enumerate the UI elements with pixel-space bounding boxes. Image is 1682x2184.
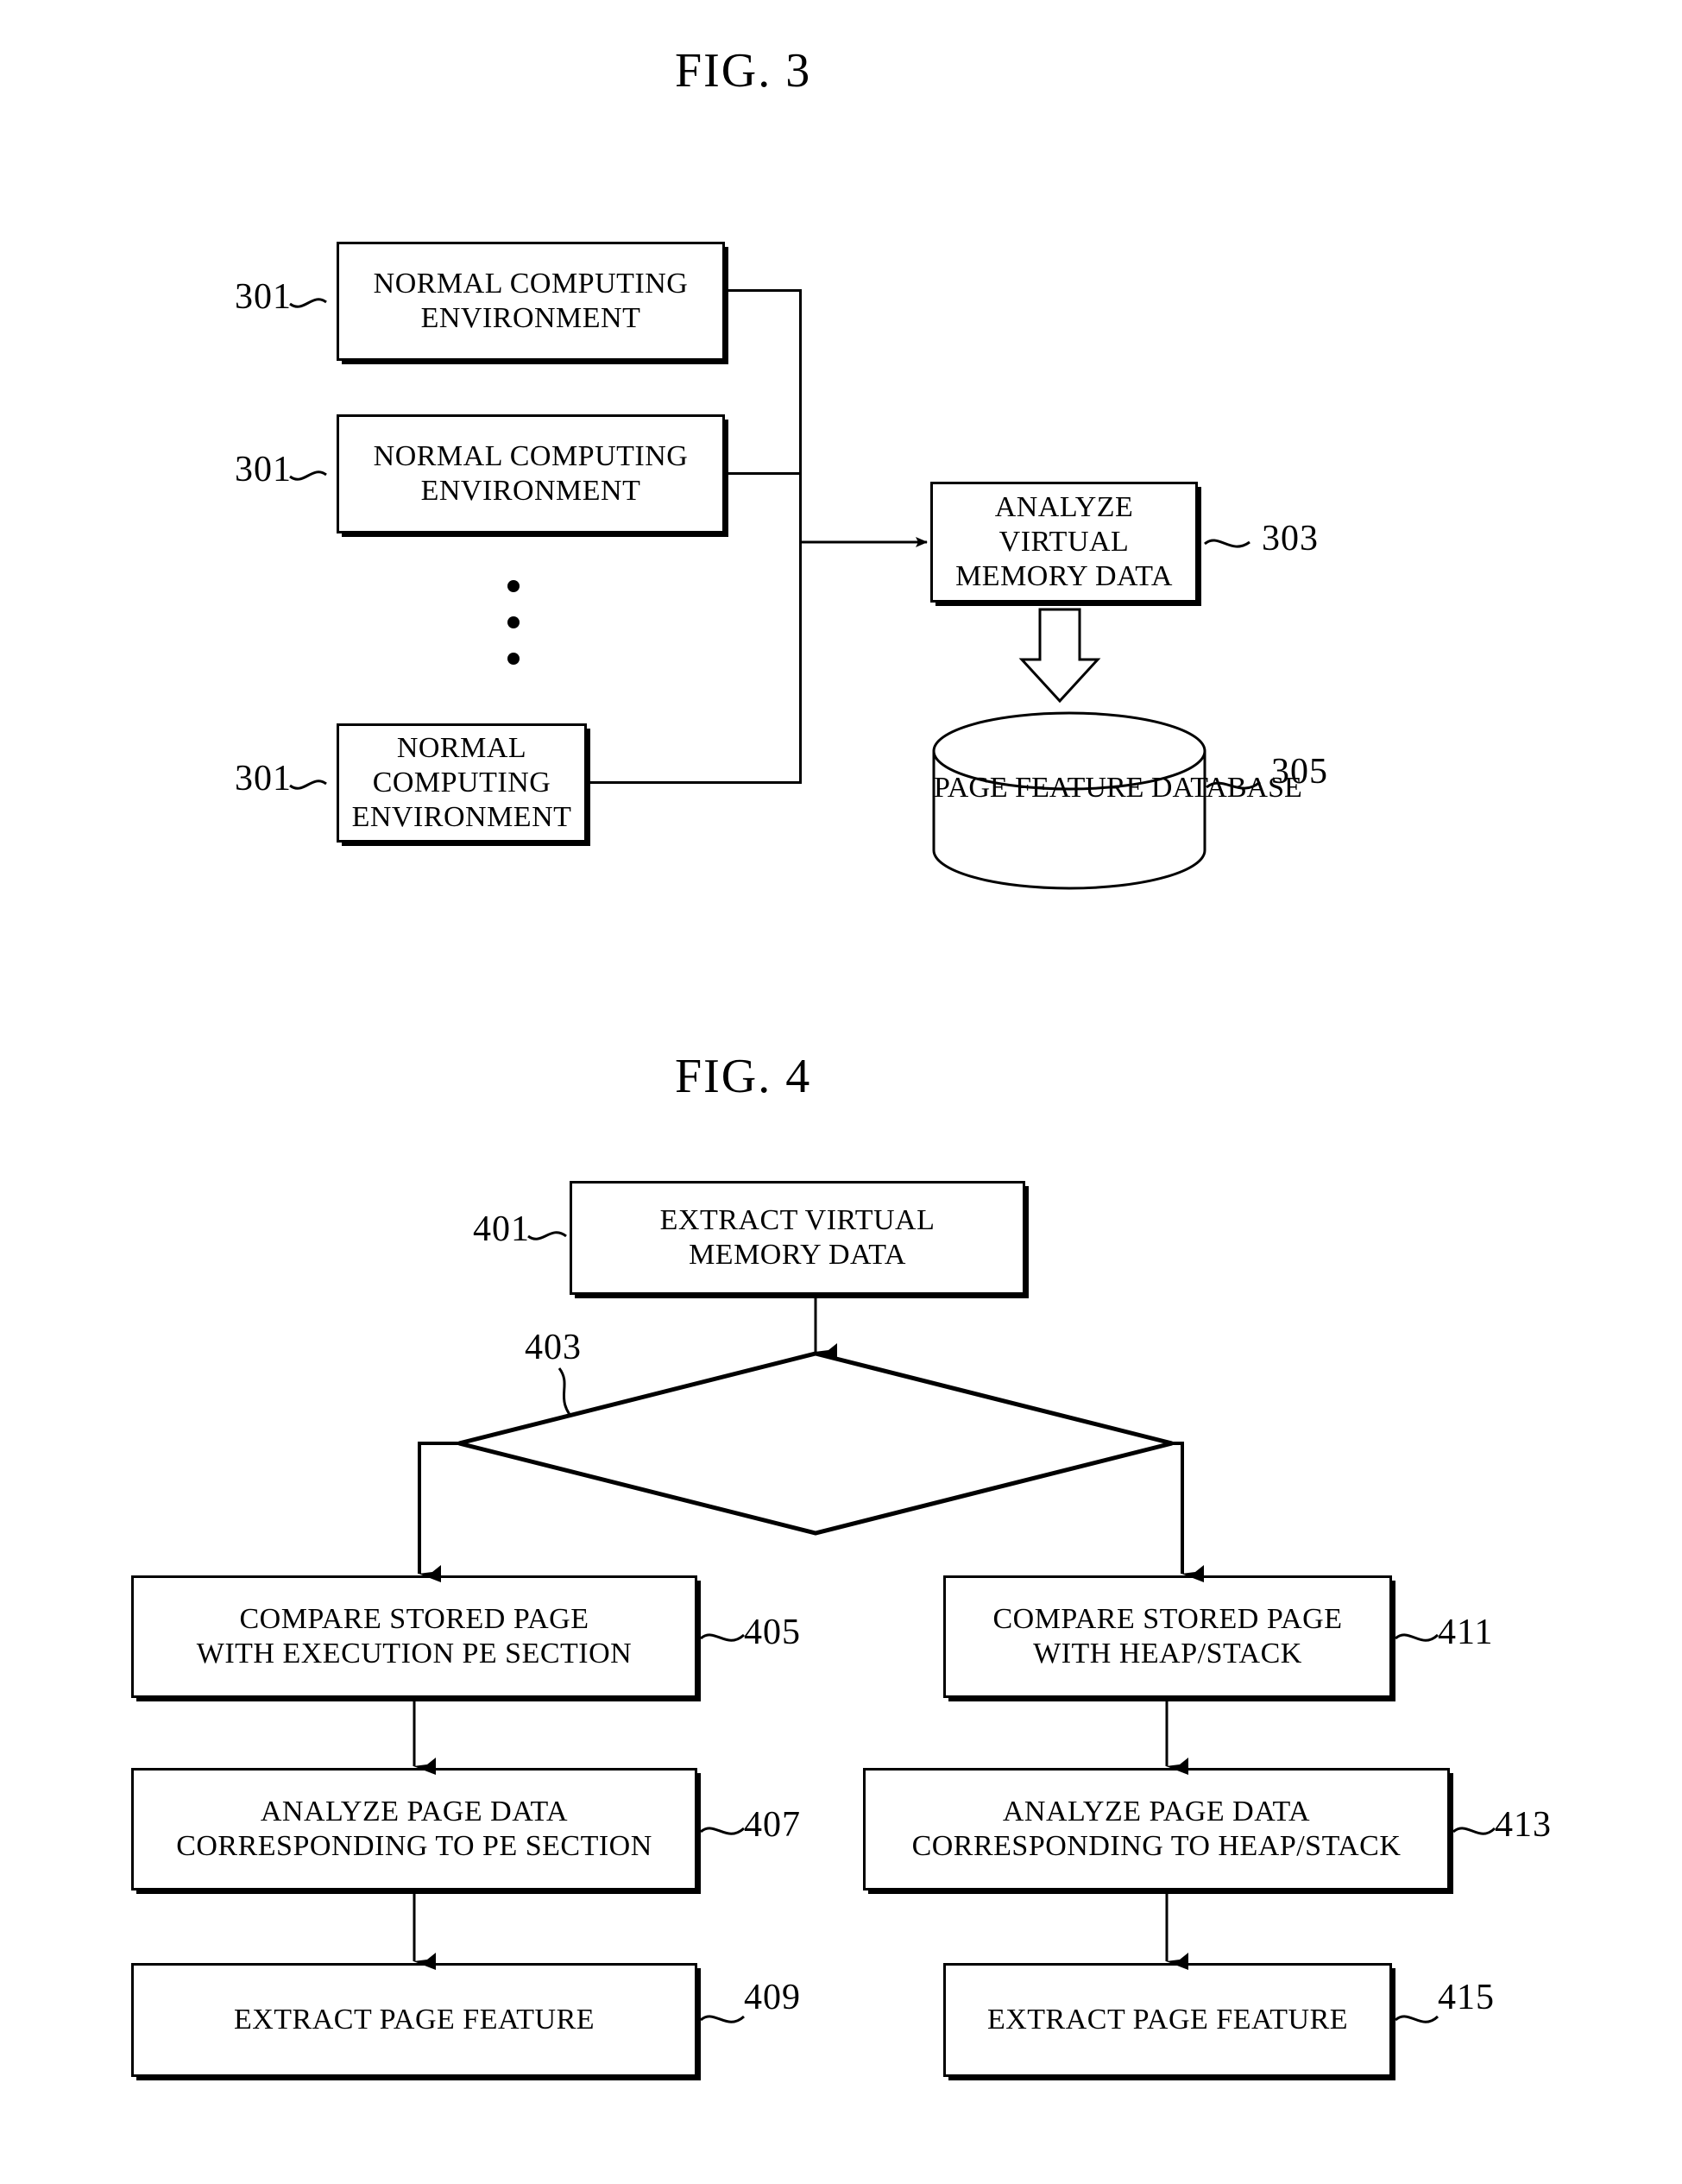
node-label-line-1: NORMAL COMPUTING	[373, 439, 689, 472]
fig3-leader-303	[1204, 539, 1250, 548]
fig3-ref-301-c: 301	[235, 759, 292, 798]
fig3-block-arrow-to-database	[1018, 608, 1101, 704]
fig4-ref-405: 405	[744, 1613, 801, 1652]
fig4-leader-403	[558, 1367, 578, 1424]
node-label-line-2: WITH EXECUTION PE SECTION	[196, 1638, 633, 1670]
fig3-node-page-feature-database-label: PAGE FEATURE DATABASE	[934, 771, 1302, 805]
fig3-bus-vertical	[799, 289, 802, 783]
fig4-node-analyze-page-data-heap-stack: ANALYZE PAGE DATA CORRESPONDING TO HEAP/…	[863, 1768, 1450, 1890]
fig4-ref-413: 413	[1495, 1805, 1552, 1845]
figure-title-fig4: FIG. 4	[675, 1050, 812, 1103]
figure-title-fig3: FIG. 3	[675, 44, 812, 98]
fig4-arrow-403-to-405	[418, 1442, 459, 1582]
fig4-node-extract-virtual-memory-data: EXTRACT VIRTUAL MEMORY DATA	[570, 1181, 1025, 1295]
fig3-ref-301-a: 301	[235, 277, 292, 317]
fig4-ref-401: 401	[473, 1209, 530, 1249]
fig3-connector-box2	[725, 472, 802, 475]
fig4-leader-401	[527, 1231, 567, 1240]
node-label-line-1: COMPARE STORED PAGE	[992, 1602, 1343, 1635]
node-label-line-2: ENVIRONMENT	[420, 302, 641, 334]
fig4-node-compare-stored-page-heap-stack: COMPARE STORED PAGE WITH HEAP/STACK	[943, 1575, 1392, 1698]
fig3-leader-301-b	[289, 470, 327, 481]
fig4-leader-409	[700, 2015, 746, 2023]
fig4-node-extract-page-feature-left: EXTRACT PAGE FEATURE	[131, 1963, 697, 2077]
node-label-line-1: NORMAL COMPUTING	[373, 267, 689, 300]
node-label-line-1: EXTRACT VIRTUAL	[659, 1203, 935, 1236]
fig3-node-normal-computing-environment-2: NORMAL COMPUTING ENVIRONMENT	[337, 414, 725, 533]
node-label-line-1: EXTRACT PAGE FEATURE	[233, 2003, 595, 2036]
fig3-node-normal-computing-environment-1: NORMAL COMPUTING ENVIRONMENT	[337, 242, 725, 361]
fig3-ellipsis-dot-2	[507, 616, 520, 628]
node-label-line-1: COMPARE STORED PAGE	[239, 1602, 589, 1635]
node-label-line-1: ANALYZE PAGE DATA	[1002, 1795, 1311, 1827]
fig3-connector-box3	[587, 781, 802, 784]
fig4-leader-415	[1395, 2015, 1439, 2023]
node-label-line-2: MEMORY DATA	[689, 1239, 906, 1271]
node-label-line-1: NORMAL COMPUTING	[372, 731, 551, 798]
fig4-leader-413	[1452, 1827, 1496, 1835]
fig3-ellipsis-dot-3	[507, 653, 520, 665]
fig3-node-analyze-virtual-memory-data: ANALYZE VIRTUAL MEMORY DATA	[930, 482, 1198, 603]
node-label-line-1: ANALYZE PAGE DATA	[260, 1795, 569, 1827]
node-label-line-1: EXTRACT PAGE FEATURE	[986, 2003, 1349, 2036]
fig3-ref-301-b: 301	[235, 450, 292, 489]
fig4-ref-407: 407	[744, 1805, 801, 1845]
fig3-ellipsis-dot-1	[507, 580, 520, 592]
fig4-node-analyze-page-data-pe: ANALYZE PAGE DATA CORRESPONDING TO PE SE…	[131, 1768, 697, 1890]
fig4-arrow-403-to-411	[1172, 1442, 1204, 1582]
fig4-leader-405	[700, 1633, 746, 1642]
fig4-leader-411	[1395, 1633, 1439, 1642]
fig4-node-compare-stored-page-pe: COMPARE STORED PAGE WITH EXECUTION PE SE…	[131, 1575, 697, 1698]
node-label-line-2: CORRESPONDING TO PE SECTION	[176, 1830, 652, 1862]
fig3-ref-303: 303	[1262, 519, 1319, 559]
patent-figure-sheet: FIG. 3 NORMAL COMPUTING ENVIRONMENT 301 …	[0, 0, 1682, 2184]
fig3-leader-301-a	[289, 298, 327, 308]
node-label-line-2: MEMORY DATA	[955, 560, 1173, 593]
fig3-ref-305: 305	[1271, 752, 1328, 792]
fig4-leader-407	[700, 1827, 746, 1835]
fig3-leader-301-c	[289, 780, 327, 790]
fig3-node-normal-computing-environment-3: NORMAL COMPUTING ENVIRONMENT	[337, 723, 587, 843]
fig4-ref-411: 411	[1438, 1613, 1494, 1652]
node-label-line-2: CORRESPONDING TO HEAP/STACK	[911, 1830, 1402, 1862]
node-label-line-2: ENVIRONMENT	[351, 801, 572, 834]
node-label-line-2: ENVIRONMENT	[420, 475, 641, 507]
fig4-ref-403: 403	[525, 1328, 582, 1367]
node-label-line-1: PAGE FEATURE	[934, 772, 1144, 804]
fig3-connector-box1	[725, 289, 802, 292]
node-label-line-1: ANALYZE MEMORY ADDRESS	[639, 1424, 1062, 1456]
fig4-ref-415: 415	[1438, 1978, 1495, 2017]
node-label-line-1: ANALYZE VIRTUAL	[994, 490, 1134, 558]
fig4-node-analyze-memory-address-label: ANALYZE MEMORY ADDRESS	[514, 1424, 1187, 1457]
fig4-node-extract-page-feature-right: EXTRACT PAGE FEATURE	[943, 1963, 1392, 2077]
node-label-line-2: WITH HEAP/STACK	[1033, 1638, 1302, 1670]
fig4-ref-409: 409	[744, 1978, 801, 2017]
